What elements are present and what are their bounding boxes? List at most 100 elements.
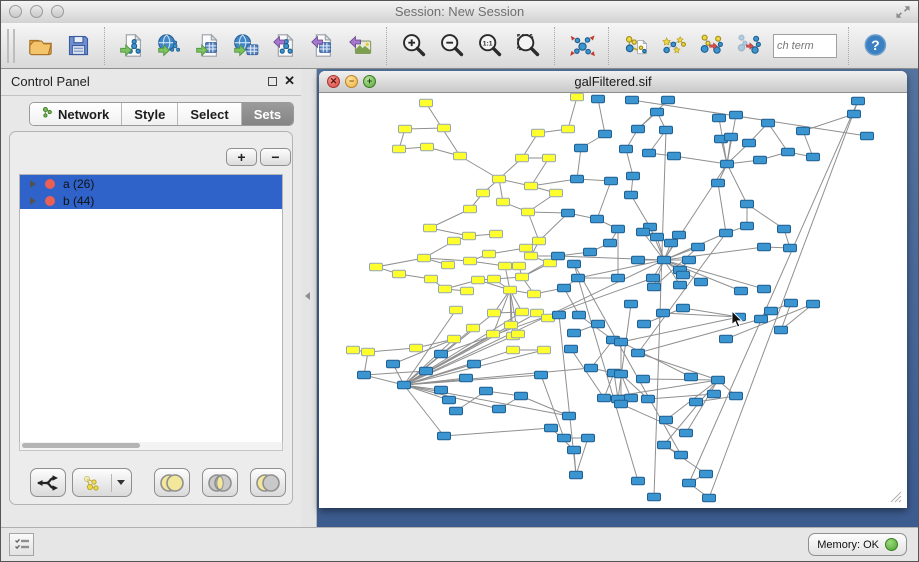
graph-node xyxy=(585,364,598,372)
net-stars-icon xyxy=(661,32,688,59)
zoom-in-button[interactable] xyxy=(397,29,431,63)
graph-node xyxy=(460,374,473,382)
expand-icon[interactable] xyxy=(894,3,912,21)
horizontal-scrollbar[interactable] xyxy=(19,442,283,451)
graph-node xyxy=(638,320,651,328)
graph-node xyxy=(620,145,633,153)
help-button[interactable]: ? xyxy=(859,29,893,63)
import-table-from-file-button[interactable] xyxy=(191,29,225,63)
apply-preferred-layout-button[interactable] xyxy=(565,29,599,63)
network-view-window[interactable]: ✕ − + galFiltered.sif xyxy=(319,71,907,508)
create-set-from-network-button[interactable] xyxy=(72,468,132,497)
intersection-sets-button[interactable] xyxy=(202,468,238,497)
graph-node xyxy=(632,349,645,357)
graph-node xyxy=(612,274,625,282)
set-row-b[interactable]: b (44) xyxy=(20,192,282,209)
export-network-button[interactable] xyxy=(267,29,301,63)
graph-node xyxy=(683,479,696,487)
union-sets-button[interactable] xyxy=(154,468,190,497)
graph-node xyxy=(582,434,595,442)
tab-network[interactable]: Network xyxy=(30,103,122,125)
import-network-from-file-button[interactable] xyxy=(115,29,149,63)
search-input[interactable] xyxy=(773,34,837,58)
network-window-titlebar[interactable]: ✕ − + galFiltered.sif xyxy=(319,71,907,93)
tab-style[interactable]: Style xyxy=(122,103,178,125)
first-neighbors-button[interactable] xyxy=(657,29,691,63)
graph-node xyxy=(642,395,655,403)
graph-node xyxy=(448,237,461,245)
task-history-button[interactable] xyxy=(9,533,34,556)
split-sets-button[interactable] xyxy=(30,468,66,497)
graph-node xyxy=(545,424,558,432)
import-network-from-web-button[interactable] xyxy=(153,29,187,63)
panel-splitter[interactable] xyxy=(301,69,317,527)
float-panel-icon[interactable] xyxy=(268,77,277,86)
close-panel-icon[interactable]: ✕ xyxy=(284,73,295,89)
import-table-from-web-button[interactable] xyxy=(229,29,263,63)
zoom-fit-content-button[interactable] xyxy=(511,29,545,63)
graph-node xyxy=(755,315,768,323)
memory-status-button[interactable]: Memory: OK xyxy=(808,533,907,556)
graph-node xyxy=(358,371,371,379)
graph-node xyxy=(463,232,476,240)
graph-node xyxy=(784,244,797,252)
collapse-panel-icon[interactable] xyxy=(305,292,310,300)
control-panel: Control Panel ✕ Network Style Selec xyxy=(1,69,301,527)
tab-label: Style xyxy=(134,107,165,122)
set-row-a[interactable]: a (26) xyxy=(20,175,282,192)
show-all-button[interactable] xyxy=(733,29,767,63)
graph-node xyxy=(861,132,874,140)
expander-icon[interactable] xyxy=(30,180,36,188)
import-table-icon xyxy=(195,32,222,59)
graph-node xyxy=(464,257,477,265)
add-set-button[interactable]: + xyxy=(226,148,257,166)
network-desktop: ✕ − + galFiltered.sif xyxy=(317,69,919,527)
graph-node xyxy=(571,175,584,183)
open-session-button[interactable] xyxy=(23,29,57,63)
control-panel-title: Control Panel xyxy=(11,74,90,89)
hide-selected-button[interactable] xyxy=(695,29,729,63)
graph-node xyxy=(660,416,673,424)
export-table-button[interactable] xyxy=(305,29,339,63)
graph-node xyxy=(472,276,485,284)
difference-sets-button[interactable] xyxy=(250,468,286,497)
set-label: b (44) xyxy=(63,194,94,208)
graph-node xyxy=(592,320,605,328)
import-network-web-icon xyxy=(157,32,184,59)
graph-node xyxy=(535,371,548,379)
graph-node xyxy=(708,390,721,398)
graph-node xyxy=(504,286,517,294)
window-title: Session: New Session xyxy=(1,4,918,19)
graph-node xyxy=(657,309,670,317)
graph-node xyxy=(591,215,604,223)
new-network-from-selection-button[interactable] xyxy=(619,29,653,63)
tab-sets[interactable]: Sets xyxy=(242,103,293,125)
save-icon xyxy=(65,32,92,59)
tab-select[interactable]: Select xyxy=(178,103,241,125)
remove-set-button[interactable]: − xyxy=(260,148,291,166)
graph-node xyxy=(797,127,810,135)
sets-list[interactable]: a (26) b (44) xyxy=(19,174,283,450)
graph-node xyxy=(665,239,678,247)
toolbar-drag-handle[interactable] xyxy=(7,29,15,63)
dropdown-arrow-icon xyxy=(117,480,125,485)
zoom-actual-size-button[interactable]: 1:1 xyxy=(473,29,507,63)
scrollbar-thumb[interactable] xyxy=(22,443,140,448)
graph-node xyxy=(615,338,628,346)
export-image-button[interactable] xyxy=(343,29,377,63)
graph-node xyxy=(625,191,638,199)
graph-node xyxy=(563,412,576,420)
graph-node xyxy=(807,300,820,308)
zoom-out-button[interactable] xyxy=(435,29,469,63)
save-session-button[interactable] xyxy=(61,29,95,63)
expander-icon[interactable] xyxy=(30,197,36,205)
graph-node xyxy=(562,209,575,217)
graph-node xyxy=(598,394,611,402)
set-label: a (26) xyxy=(63,177,94,191)
graph-node xyxy=(712,179,725,187)
graph-node xyxy=(420,99,433,107)
graph-node xyxy=(615,400,628,408)
graph-node xyxy=(393,270,406,278)
network-canvas[interactable] xyxy=(321,93,905,506)
graph-node xyxy=(668,152,681,160)
